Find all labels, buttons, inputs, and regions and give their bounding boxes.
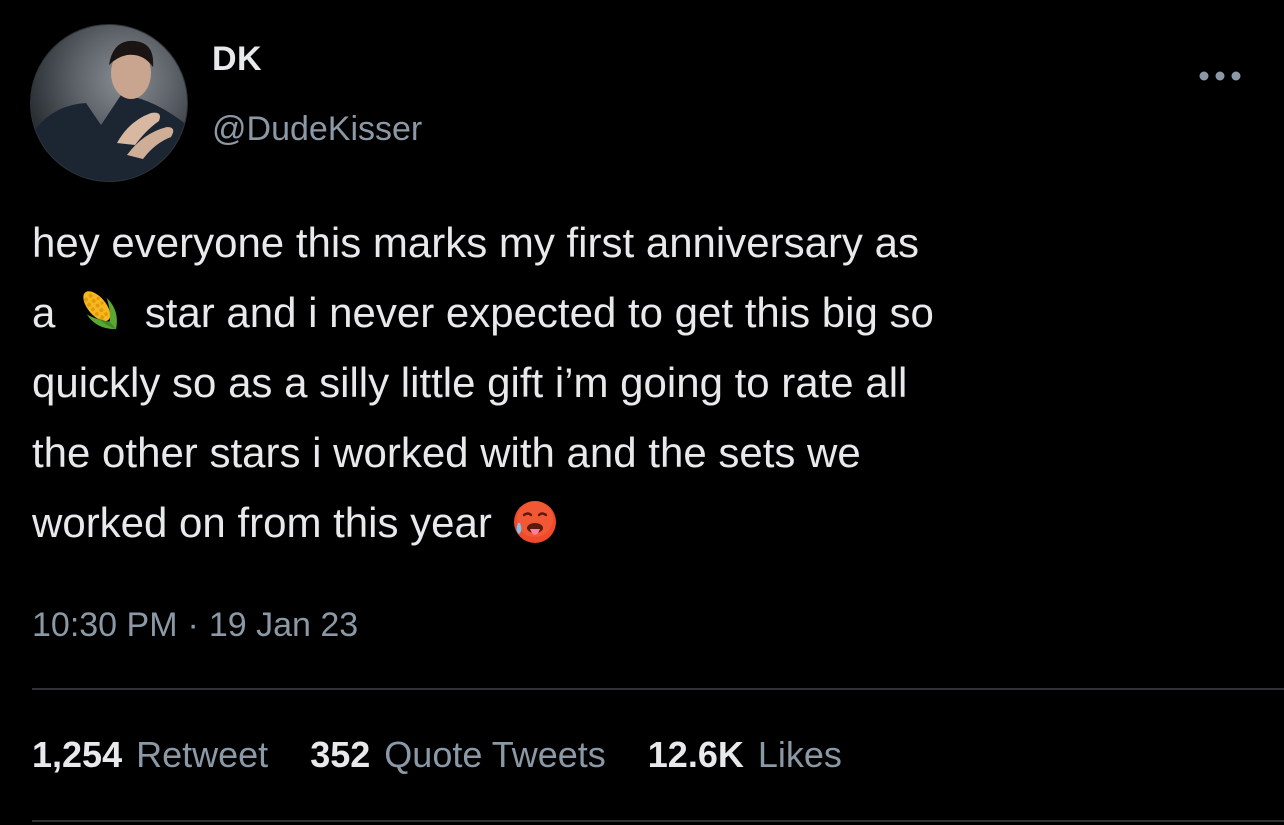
avatar-photo — [31, 40, 187, 181]
timestamp-separator: · — [187, 606, 199, 644]
tweet-line: hey everyone this marks my first anniver… — [32, 208, 1262, 278]
divider — [32, 688, 1284, 690]
quote-label: Quote Tweets — [384, 734, 606, 775]
tweet-line-text: star and i never expected to get this bi… — [144, 289, 934, 336]
tweet-line-text: hey everyone this marks my first anniver… — [32, 219, 919, 266]
likes-count: 12.6K — [647, 734, 744, 775]
tweet-text: hey everyone this marks my first anniver… — [32, 208, 1262, 558]
retweet-count: 1,254 — [32, 734, 123, 775]
more-horizontal-icon — [1199, 71, 1241, 81]
tweet-line-text: a — [32, 289, 56, 336]
avatar[interactable] — [30, 24, 188, 182]
tweet-line: the other stars i worked with and the se… — [32, 418, 1262, 488]
tweet-line: quickly so as a silly little gift i’m go… — [32, 348, 1262, 418]
tweet-line-text: the other stars i worked with and the se… — [32, 429, 861, 476]
tweet-line-text: worked on from this year — [32, 499, 492, 546]
tweet-timestamp[interactable]: 10:30 PM · 19 Jan 23 — [32, 606, 358, 645]
more-options-button[interactable] — [1196, 64, 1244, 88]
corn-emoji-icon — [73, 283, 127, 337]
tweet: DK @DudeKisser hey everyone this marks m… — [0, 0, 1284, 825]
tweet-line: a star and i never expected to get this … — [32, 278, 1262, 348]
tweet-date: 19 Jan 23 — [208, 606, 359, 644]
tweet-line: worked on from this year — [32, 488, 1262, 558]
engagement-stats: 1,254 Retweet 352 Quote Tweets 12.6K Lik… — [32, 734, 874, 776]
display-name[interactable]: DK — [212, 40, 262, 79]
retweets-stat[interactable]: 1,254 Retweet — [32, 734, 268, 776]
tweet-time: 10:30 PM — [32, 606, 178, 644]
divider — [32, 820, 1284, 822]
quote-tweets-stat[interactable]: 352 Quote Tweets — [310, 734, 606, 776]
hot-face-emoji-icon — [510, 497, 560, 547]
likes-stat[interactable]: 12.6K Likes — [648, 734, 842, 776]
quote-count: 352 — [310, 734, 371, 775]
tweet-line-text: quickly so as a silly little gift i’m go… — [32, 359, 908, 406]
retweet-label: Retweet — [136, 734, 269, 775]
user-handle[interactable]: @DudeKisser — [212, 110, 422, 149]
likes-label: Likes — [757, 734, 842, 775]
